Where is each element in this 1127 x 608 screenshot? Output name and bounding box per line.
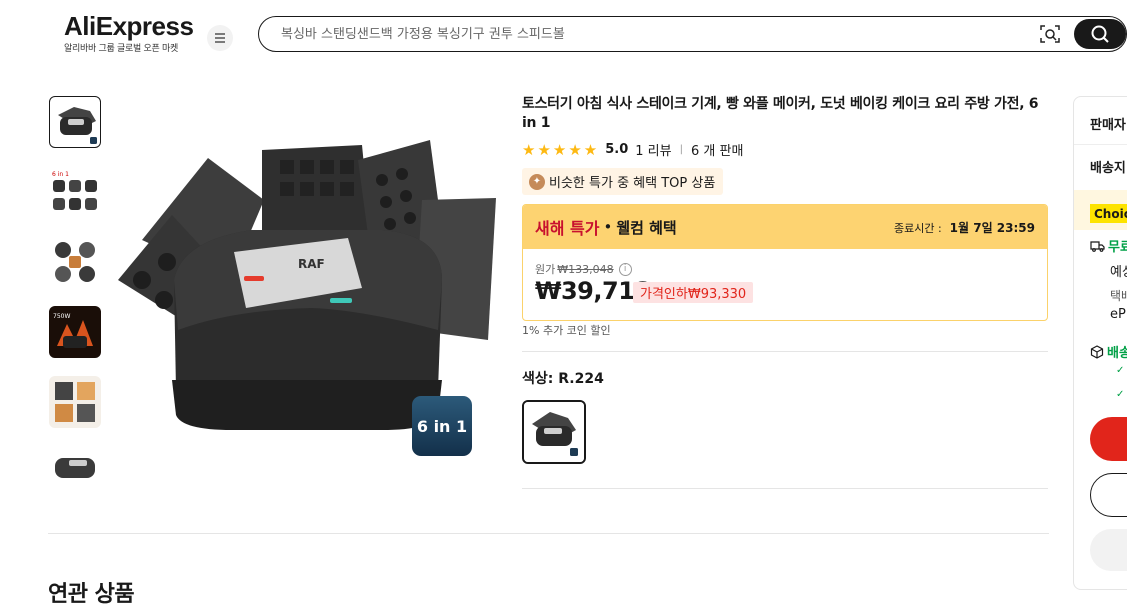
search-icon (1091, 25, 1109, 43)
color-swatch-r224[interactable] (522, 400, 586, 464)
carrier-label: 택배 (1110, 289, 1127, 303)
info-icon[interactable]: i (618, 262, 632, 276)
logo-text: AliExpress (64, 11, 194, 41)
top-benefit-text: 비슷한 특가 중 혜택 TOP 상품 (549, 176, 716, 191)
logo-subtitle: 알리바바 그룹 글로벌 오픈 마켓 (64, 44, 178, 54)
purchase-panel: 판매자 배송지 Choic 무료 예상 택배 eP 배송 ✓ ✓ (1073, 96, 1127, 590)
svg-text:6 in 1: 6 in 1 (52, 171, 69, 178)
medal-icon: ✦ (529, 173, 545, 190)
top-benefit-badge[interactable]: ✦ 비슷한 특가 중 혜택 TOP 상품 (522, 168, 724, 195)
free-shipping: 무료 (1090, 236, 1127, 255)
color-option-label: 색상: R.224 (522, 371, 604, 387)
menu-button[interactable] (207, 25, 233, 51)
box-icon (1090, 344, 1104, 359)
deal-header: 새해 특가 • 웰컴 혜택 종료시간 : 1월 7일 23:59 (523, 205, 1047, 249)
thumbnail-5[interactable] (49, 376, 101, 428)
deal-title: 새해 특가 (535, 219, 600, 238)
delivery-promise: 배송 (1090, 342, 1127, 361)
svg-text:750W: 750W (53, 313, 70, 320)
device-brand-text: RAF (298, 257, 325, 271)
six-in-one-badge: 6 in 1 (412, 396, 472, 456)
carrier-name: eP (1110, 307, 1126, 322)
divider: | (679, 144, 683, 155)
price-cut-badge: 가격인하₩93,330 (633, 282, 754, 303)
rating-value: 5.0 (605, 142, 629, 157)
seller-label[interactable]: 판매자 (1090, 114, 1126, 133)
badge-text: 6 in 1 (416, 416, 468, 436)
rating-stars-icon: ★★★★★ (522, 140, 600, 159)
review-count-link[interactable]: 1 리뷰 (635, 140, 671, 159)
divider (1074, 144, 1127, 145)
aliexpress-logo[interactable]: AliExpress 알리바바 그룹 글로벌 오픈 마켓 (64, 12, 194, 54)
deal-dot: • (603, 218, 613, 236)
thumbnail-6[interactable] (49, 446, 101, 480)
shipping-destination[interactable]: 배송지 (1090, 157, 1126, 176)
original-label: 원가 (535, 263, 556, 276)
related-products-heading: 연관 상품 (48, 582, 135, 607)
original-price: ₩133,048 (557, 262, 614, 276)
check-icon: ✓ (1116, 365, 1125, 376)
coin-discount: 1% 추가 코인 할인 (522, 324, 611, 337)
delivery-promise-text: 배송 (1107, 346, 1127, 361)
hamburger-icon (215, 33, 225, 43)
delivery-estimate: 예상 (1110, 265, 1127, 280)
free-shipping-text: 무료 (1108, 240, 1127, 255)
buy-now-button[interactable] (1090, 417, 1127, 461)
truck-icon (1090, 240, 1105, 252)
thumbnail-3[interactable] (49, 236, 101, 288)
search-bar (258, 16, 1127, 52)
divider (522, 488, 1048, 489)
search-input[interactable] (281, 24, 981, 44)
divider (48, 533, 1049, 534)
divider (522, 351, 1048, 352)
check-icon: ✓ (1116, 389, 1125, 400)
deal-subtitle: 웰컴 혜택 (616, 218, 677, 237)
sold-count: 6 개 판매 (690, 144, 744, 159)
product-title: 토스터기 아침 식사 스테이크 기계, 빵 와플 메이커, 도넛 베이킹 케이크… (522, 96, 1039, 131)
thumbnail-1[interactable] (49, 96, 101, 148)
choice-badge: Choic (1090, 204, 1127, 223)
share-button[interactable] (1090, 529, 1127, 571)
rating-row: ★★★★★ 5.0 1 리뷰 | 6 개 판매 (522, 140, 744, 160)
original-price-row: 원가 ₩133,048 i (535, 261, 632, 277)
deal-end-label: 종료시간 : (893, 221, 942, 235)
search-button[interactable] (1074, 19, 1126, 49)
thumbnail-4[interactable]: 750W (49, 306, 101, 358)
deal-box: 새해 특가 • 웰컴 혜택 종료시간 : 1월 7일 23:59 원가 ₩133,… (522, 204, 1048, 321)
camera-scan-icon[interactable] (1039, 23, 1061, 45)
thumbnail-2[interactable]: 6 in 1 (49, 166, 101, 218)
add-to-cart-button[interactable] (1090, 473, 1127, 517)
deal-end-value: 1월 7일 23:59 (949, 220, 1035, 235)
deal-end-time: 종료시간 : 1월 7일 23:59 (894, 219, 1035, 236)
